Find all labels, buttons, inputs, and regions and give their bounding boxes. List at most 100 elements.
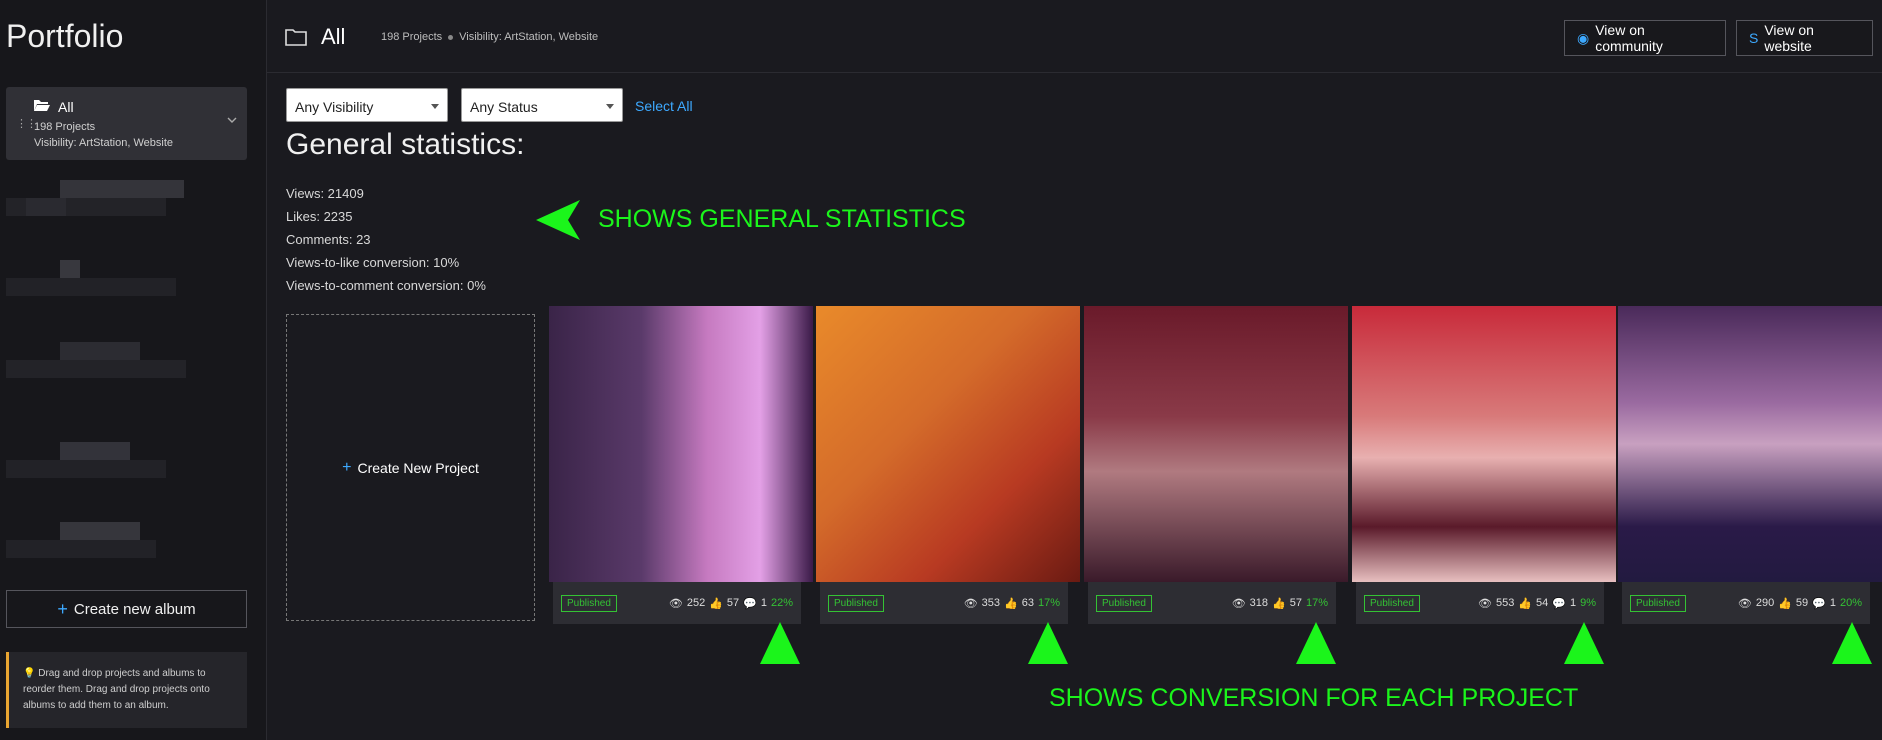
eye-icon: ◉	[1577, 29, 1590, 46]
comments-icon: 💬	[1552, 597, 1566, 610]
select-all-link[interactable]: Select All	[635, 98, 693, 114]
hint-text: Drag and drop projects and albums to reo…	[23, 668, 210, 711]
views-icon: 👁	[963, 597, 978, 610]
project-thumbnail[interactable]	[549, 306, 813, 582]
view-on-website-label: View on website	[1764, 22, 1814, 54]
annotation-conversion: SHOWS CONVERSION FOR EACH PROJECT	[1049, 684, 1579, 712]
stat-comment-conversion: Views-to-comment conversion: 0%	[286, 278, 486, 293]
status-select[interactable]: Any Status	[461, 88, 623, 122]
annotation-arrow-up-icon	[1028, 622, 1068, 664]
project-thumbnail[interactable]	[1352, 306, 1616, 582]
header-title: All	[321, 24, 346, 49]
views-count: 553	[1495, 597, 1515, 609]
likes-count: 59	[1795, 597, 1809, 609]
views-icon: 👁	[1477, 597, 1492, 610]
chevron-down-icon[interactable]	[227, 115, 237, 125]
project-card[interactable]: Published 👁 353 👍 63 17%	[816, 306, 1080, 624]
header-meta: 198 Projects Visibility: ArtStation, Web…	[381, 31, 598, 43]
conversion-value: 22%	[770, 597, 793, 609]
annotation-arrow-up-icon	[1296, 622, 1336, 664]
album-item-blurred[interactable]	[6, 178, 247, 228]
views-icon: 👁	[1737, 597, 1752, 610]
stat-like-conversion: Views-to-like conversion: 10%	[286, 255, 460, 270]
views-icon: 👁	[668, 597, 683, 610]
general-statistics: Views: 21409 Likes: 2235 Comments: 23 Vi…	[286, 182, 486, 297]
create-album-button[interactable]: + Create new album	[6, 590, 247, 628]
dropdown-arrow-icon	[431, 104, 439, 109]
conversion-value: 17%	[1037, 597, 1060, 609]
project-card-footer: Published 👁 290 👍 59 💬 1 20%	[1622, 582, 1870, 624]
folder-open-icon	[34, 100, 50, 111]
project-card-footer: Published 👁 252 👍 57 💬 1 22%	[553, 582, 801, 624]
plus-icon: +	[342, 458, 352, 476]
annotation-arrow-up-icon	[1564, 622, 1604, 664]
comments-count: 1	[760, 597, 767, 609]
page-title: Portfolio	[6, 18, 124, 54]
comments-icon: 💬	[743, 597, 757, 610]
likes-icon: 👍	[1272, 597, 1286, 610]
status-select-value: Any Status	[470, 99, 538, 115]
view-on-community-button[interactable]: ◉ View on community	[1564, 20, 1726, 56]
visibility-select[interactable]: Any Visibility	[286, 88, 448, 122]
album-count: 198 Projects	[34, 121, 96, 133]
drag-handle-icon[interactable]: ⋮⋮	[16, 117, 37, 130]
drag-drop-hint: 💡 Drag and drop projects and albums to r…	[6, 652, 247, 728]
likes-icon: 👍	[1778, 597, 1792, 610]
likes-icon: 👍	[1004, 597, 1018, 610]
stat-likes: Likes: 2235	[286, 209, 353, 224]
status-badge: Published	[1630, 594, 1686, 612]
views-count: 290	[1755, 597, 1775, 609]
folder-icon	[285, 29, 307, 46]
album-item-blurred[interactable]	[6, 258, 247, 308]
album-item-all[interactable]: ⋮⋮ All 198 Projects Visibility: ArtStati…	[6, 87, 247, 160]
annotation-general: SHOWS GENERAL STATISTICS	[598, 205, 966, 233]
stat-views: Views: 21409	[286, 186, 364, 201]
project-card[interactable]: Published 👁 252 👍 57 💬 1 22%	[549, 306, 813, 624]
view-on-community-label: View on community	[1595, 22, 1663, 54]
plus-icon: +	[57, 598, 68, 619]
views-count: 252	[686, 597, 706, 609]
status-badge: Published	[1364, 594, 1420, 612]
annotation-arrow-left-icon	[536, 200, 580, 240]
visibility-select-value: Any Visibility	[295, 99, 374, 115]
sidebar: Portfolio ⋮⋮ All 198 Projects Visibility…	[0, 0, 267, 740]
stat-comments: Comments: 23	[286, 232, 371, 247]
likes-icon: 👍	[1518, 597, 1533, 610]
likes-count: 54	[1536, 597, 1549, 609]
visibility-text: Visibility: ArtStation, Website	[459, 31, 599, 43]
album-item-blurred[interactable]	[6, 440, 247, 490]
likes-icon: 👍	[709, 597, 723, 610]
general-statistics-title: General statistics:	[286, 128, 525, 161]
create-new-project-button[interactable]: + Create New Project	[286, 314, 535, 621]
project-thumbnail[interactable]	[1618, 306, 1882, 582]
project-card-footer: Published 👁 318 👍 57 17%	[1088, 582, 1336, 624]
views-count: 353	[981, 597, 1001, 609]
status-badge: Published	[828, 594, 884, 612]
conversion-value: 17%	[1305, 597, 1328, 609]
comments-icon: 💬	[1812, 597, 1826, 610]
likes-count: 57	[726, 597, 740, 609]
views-icon: 👁	[1231, 597, 1246, 610]
annotation-arrow-up-icon	[1832, 622, 1872, 664]
likes-count: 63	[1021, 597, 1034, 609]
view-on-website-button[interactable]: S View on website	[1736, 20, 1873, 56]
comments-count: 1	[1829, 597, 1836, 609]
project-thumbnail[interactable]	[1084, 306, 1348, 582]
album-name: All	[58, 99, 74, 115]
project-card[interactable]: Published 👁 318 👍 57 17%	[1084, 306, 1348, 624]
status-badge: Published	[1096, 594, 1152, 612]
website-s-icon: S	[1749, 30, 1759, 46]
album-item-blurred[interactable]	[6, 520, 247, 570]
project-card-footer: Published 👁 553 👍 54 💬 1 9%	[1356, 582, 1604, 624]
header: All 198 Projects Visibility: ArtStation,…	[267, 0, 1882, 73]
annotation-arrow-up-icon	[760, 622, 800, 664]
project-thumbnail[interactable]	[816, 306, 1080, 582]
separator-dot	[448, 34, 454, 40]
create-album-label: Create new album	[73, 600, 196, 618]
lightbulb-icon: 💡	[23, 668, 39, 679]
comments-count: 1	[1569, 597, 1577, 609]
project-card[interactable]: Published 👁 553 👍 54 💬 1 9%	[1352, 306, 1616, 624]
status-badge: Published	[561, 594, 617, 612]
project-card[interactable]: Published 👁 290 👍 59 💬 1 20%	[1618, 306, 1882, 624]
album-item-blurred[interactable]	[6, 340, 247, 390]
